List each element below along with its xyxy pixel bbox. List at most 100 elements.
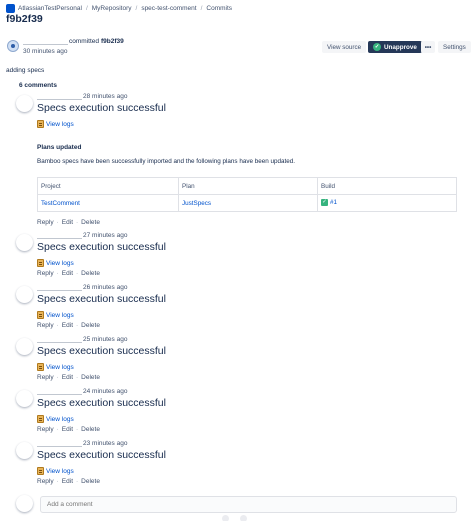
reply-link[interactable]: Reply (37, 270, 54, 277)
commit-author-line: committed f9b2f39 (23, 38, 124, 45)
comment-actions: Reply · Edit · Delete (37, 219, 100, 226)
view-logs-link[interactable]: View logs (37, 467, 74, 475)
view-logs-label[interactable]: View logs (46, 364, 74, 371)
comment-time: 25 minutes ago (83, 336, 128, 343)
action-separator: · (56, 219, 59, 226)
committed-label: committed (69, 38, 99, 45)
table-row: TestComment JustSpecs ✓ #1 (37, 194, 457, 212)
comment-header: 24 minutes ago (37, 388, 127, 395)
comment-actions: Reply · Edit · Delete (37, 374, 100, 381)
comment-title: Specs execution successful (37, 449, 166, 461)
view-logs-label[interactable]: View logs (46, 312, 74, 319)
breadcrumb-repository[interactable]: MyRepository (92, 5, 132, 12)
comment-header: 26 minutes ago (37, 284, 127, 291)
scroll-icon (37, 120, 44, 128)
comment-author-redacted[interactable] (37, 441, 82, 447)
edit-link[interactable]: Edit (62, 478, 73, 485)
check-box-icon: ✓ (321, 199, 328, 207)
comment-title: Specs execution successful (37, 345, 166, 357)
breadcrumb-separator: / (200, 4, 203, 12)
column-header-project: Project (37, 177, 179, 195)
action-separator: · (56, 374, 59, 381)
delete-link[interactable]: Delete (81, 426, 100, 433)
view-logs-label[interactable]: View logs (46, 121, 74, 128)
comment-avatar[interactable] (16, 234, 33, 251)
comment-author-redacted[interactable] (37, 94, 82, 100)
add-comment-input[interactable] (40, 496, 457, 513)
view-logs-link[interactable]: View logs (37, 259, 74, 267)
delete-link[interactable]: Delete (81, 219, 100, 226)
action-separator: · (76, 219, 79, 226)
comment-avatar[interactable] (16, 338, 33, 355)
breadcrumb-branch[interactable]: spec-test-comment (141, 5, 196, 12)
build-link[interactable]: #1 (330, 200, 337, 207)
unapprove-button[interactable]: ✓ Unapprove (368, 41, 422, 53)
comment-author-redacted[interactable] (37, 233, 82, 239)
delete-link[interactable]: Delete (81, 478, 100, 485)
author-name-redacted[interactable] (23, 39, 68, 45)
author-avatar[interactable] (7, 40, 19, 52)
view-logs-label[interactable]: View logs (46, 416, 74, 423)
comment-author-redacted[interactable] (37, 285, 82, 291)
comment-title: Specs execution successful (37, 293, 166, 305)
delete-link[interactable]: Delete (81, 374, 100, 381)
comment-author-redacted[interactable] (37, 337, 82, 343)
repository-logo-icon (6, 3, 15, 13)
comment-avatar[interactable] (16, 442, 33, 459)
delete-link[interactable]: Delete (81, 270, 100, 277)
breadcrumb-separator: / (85, 4, 88, 12)
comment-avatar[interactable] (16, 390, 33, 407)
scroll-icon (37, 363, 44, 371)
edit-link[interactable]: Edit (62, 374, 73, 381)
plan-cell[interactable]: JustSpecs (178, 194, 318, 212)
scroll-icon (37, 467, 44, 475)
comment-avatar[interactable] (16, 95, 33, 112)
reply-link[interactable]: Reply (37, 322, 54, 329)
view-logs-label[interactable]: View logs (46, 260, 74, 267)
reply-link[interactable]: Reply (37, 374, 54, 381)
comment-header: 25 minutes ago (37, 336, 127, 343)
delete-link[interactable]: Delete (81, 322, 100, 329)
action-separator: · (56, 478, 59, 485)
comment-actions: Reply · Edit · Delete (37, 478, 100, 485)
action-separator: · (56, 426, 59, 433)
reply-link[interactable]: Reply (37, 219, 54, 226)
column-header-build: Build (317, 177, 457, 195)
comment-time: 24 minutes ago (83, 388, 128, 395)
scroll-icon (37, 415, 44, 423)
comment-author-redacted[interactable] (37, 389, 82, 395)
comment-avatar[interactable] (16, 286, 33, 303)
scroll-icon (37, 311, 44, 319)
edit-link[interactable]: Edit (62, 219, 73, 226)
breadcrumb-separator: / (135, 4, 138, 12)
breadcrumb-commits[interactable]: Commits (206, 5, 232, 12)
comment-header: 28 minutes ago (37, 93, 127, 100)
reply-link[interactable]: Reply (37, 426, 54, 433)
edit-link[interactable]: Edit (62, 322, 73, 329)
project-link[interactable]: TestComment (41, 200, 80, 207)
breadcrumb-workspace[interactable]: AtlassianTestPersonal (18, 5, 82, 12)
more-actions-button[interactable]: ••• (421, 41, 435, 53)
plans-table: Project Plan Build TestComment JustSpecs… (37, 177, 457, 212)
view-logs-link[interactable]: View logs (37, 363, 74, 371)
action-separator: · (76, 426, 79, 433)
comment-time: 26 minutes ago (83, 284, 128, 291)
plan-link[interactable]: JustSpecs (182, 200, 211, 207)
check-circle-icon: ✓ (373, 43, 381, 51)
view-logs-link[interactable]: View logs (37, 311, 74, 319)
view-logs-link[interactable]: View logs (37, 415, 74, 423)
settings-button[interactable]: Settings (438, 41, 471, 53)
reply-link[interactable]: Reply (37, 478, 54, 485)
edit-link[interactable]: Edit (62, 270, 73, 277)
project-cell[interactable]: TestComment (37, 194, 179, 212)
edit-link[interactable]: Edit (62, 426, 73, 433)
view-source-button[interactable]: View source (322, 41, 367, 53)
build-cell[interactable]: ✓ #1 (317, 194, 457, 212)
comment-time: 27 minutes ago (83, 232, 128, 239)
unapprove-label: Unapprove (384, 43, 417, 51)
column-header-plan: Plan (178, 177, 318, 195)
view-logs-link[interactable]: View logs (37, 120, 74, 128)
current-user-avatar (16, 495, 33, 512)
comments-count: 6 comments (19, 82, 57, 89)
view-logs-label[interactable]: View logs (46, 468, 74, 475)
